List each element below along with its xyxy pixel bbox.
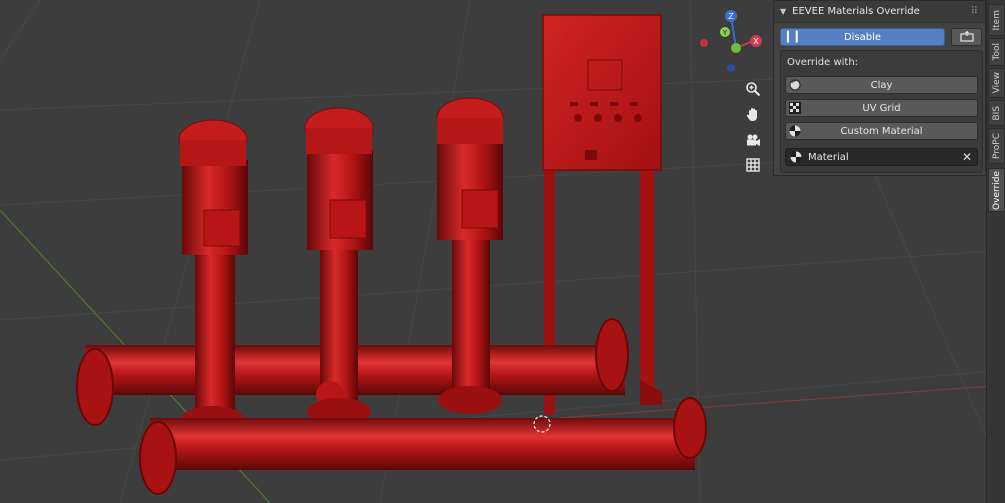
clay-sphere-icon [789,79,801,91]
close-icon[interactable]: ✕ [962,150,972,164]
tab-view[interactable]: View [988,68,1005,98]
drag-grip-icon[interactable]: ⠿ [971,6,978,17]
grid-icon[interactable] [741,154,765,176]
custom-material-label: Custom Material [840,125,923,137]
uv-grid-label: UV Grid [862,102,901,114]
checker-icon [789,102,801,114]
collapse-triangle-icon[interactable]: ▼ [780,7,786,16]
axis-gizmo[interactable]: Z Y X [696,8,768,76]
camera-icon[interactable] [741,129,765,151]
custom-material-button[interactable]: Custom Material [785,122,978,140]
pause-icon: ▎▎ [787,32,805,43]
y-axis-dot [731,43,741,53]
panel-title: EEVEE Materials Override [792,6,920,17]
override-options-box: Override with: Clay UV Grid Custom Mater… [780,50,983,173]
material-field[interactable]: Material ✕ [785,148,978,166]
tab-propc[interactable]: ProPC [988,128,1005,164]
material-value: Material [808,151,849,163]
tab-tool-label: Tool [991,43,1002,61]
material-sphere-icon [789,125,801,137]
tab-bis-label: BIS [991,105,1002,121]
override-label: Override with: [787,57,859,68]
panel-header[interactable]: ▼ EEVEE Materials Override ⠿ [774,1,985,23]
control-cabinet [542,14,662,171]
disable-label: Disable [843,31,882,43]
tab-bis[interactable]: BIS [988,100,1005,126]
material-sphere-icon [790,151,802,163]
clay-label: Clay [870,79,893,91]
move-icon[interactable] [951,28,982,46]
tab-override-label: Override [991,170,1002,210]
disable-button[interactable]: ▎▎ Disable [780,28,945,46]
sidebar-tabs: Item Tool View BIS ProPC Override [986,0,1005,503]
svg-text:Y: Y [722,29,728,37]
tab-item[interactable]: Item [988,4,1005,36]
zoom-icon[interactable] [741,78,765,100]
svg-text:Z: Z [728,12,734,21]
hand-pan-icon[interactable] [741,103,765,125]
tab-override[interactable]: Override [988,168,1005,212]
tab-item-label: Item [991,9,1002,31]
tab-propc-label: ProPC [991,133,1002,159]
svg-text:X: X [753,37,759,46]
uv-grid-button[interactable]: UV Grid [785,99,978,117]
tab-tool[interactable]: Tool [988,38,1005,66]
front-manifold [150,418,695,470]
clay-button[interactable]: Clay [785,76,978,94]
materials-override-panel: ▼ EEVEE Materials Override ⠿ ▎▎ Disable … [773,0,986,176]
tab-view-label: View [991,72,1002,94]
